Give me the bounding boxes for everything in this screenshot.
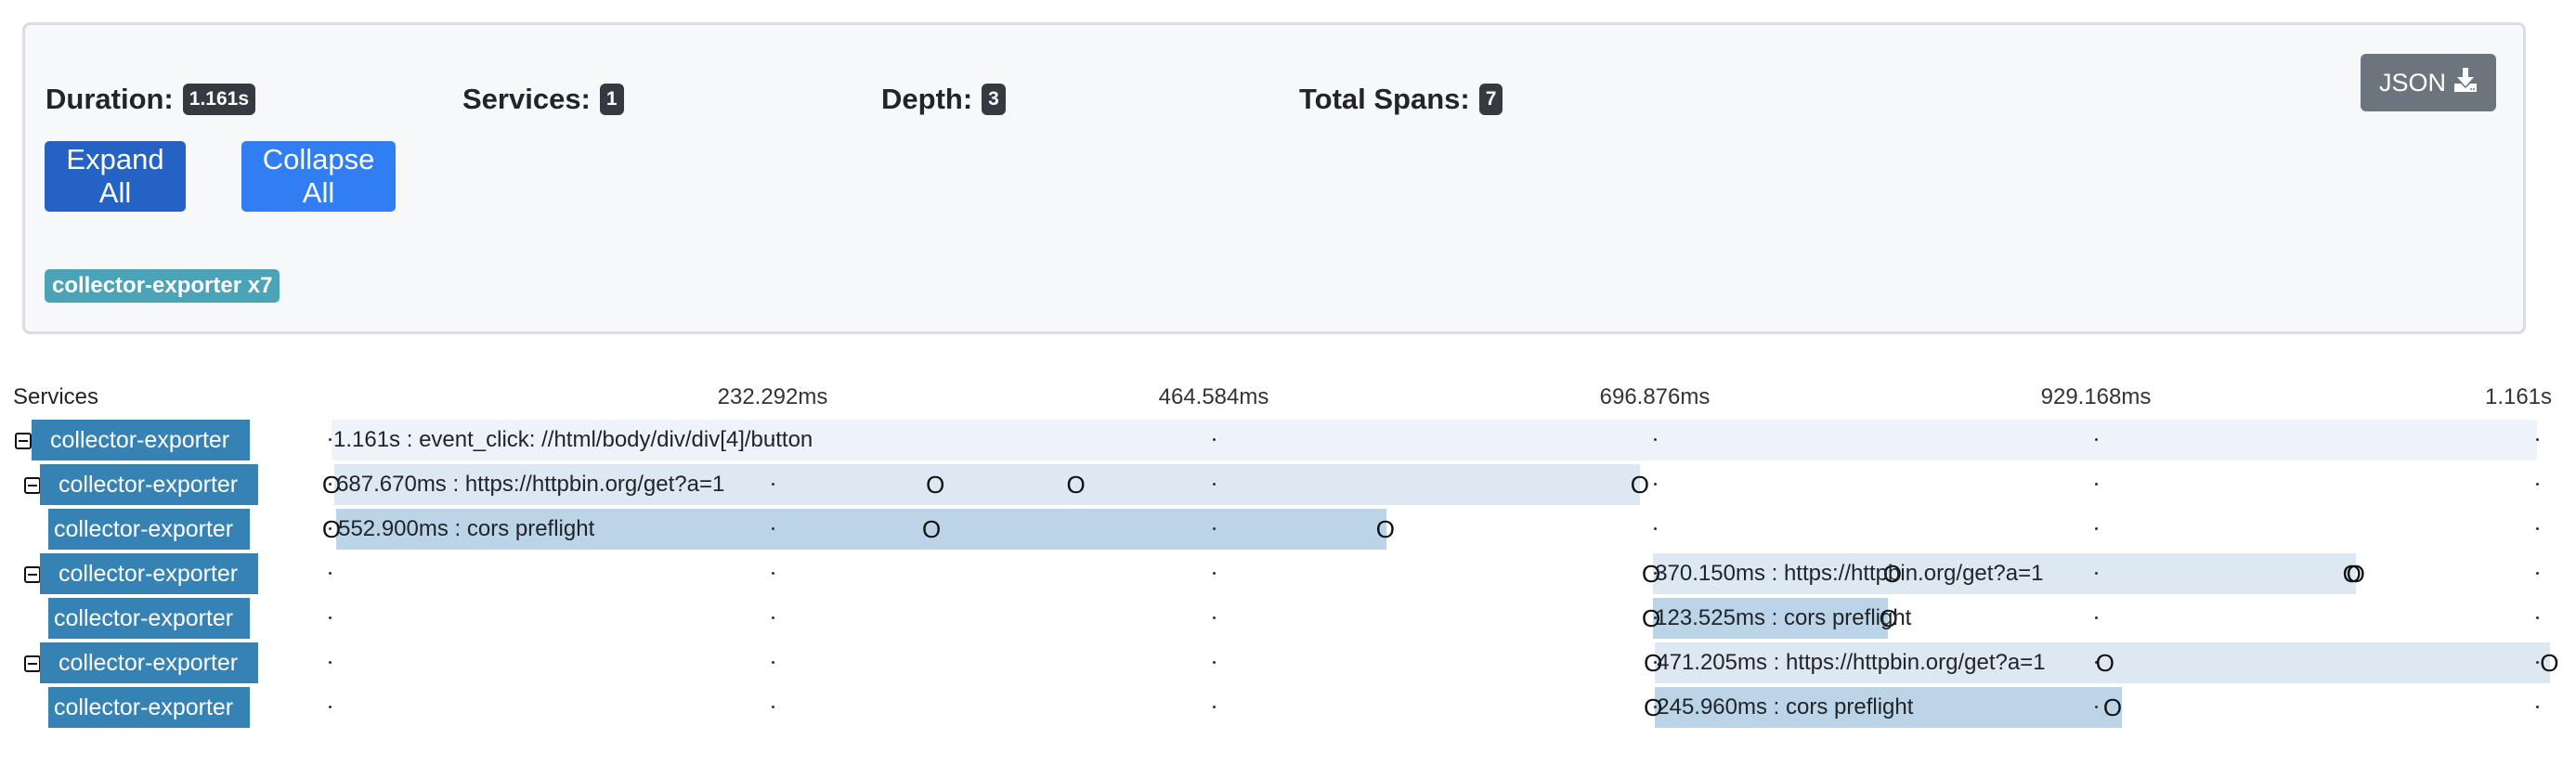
duration-badge: 1.161s <box>182 84 255 115</box>
collapse-all-button[interactable]: Collapse All <box>241 141 396 212</box>
tick-dot <box>2536 572 2539 575</box>
log-marker-icon[interactable]: O <box>926 470 944 499</box>
depth-badge: 3 <box>982 84 1006 115</box>
service-tag[interactable]: collector-exporter x7 <box>45 269 280 303</box>
total-spans-stat: Total Spans: 7 <box>1299 83 1503 116</box>
span-service-name[interactable]: collector-exporter <box>40 642 259 683</box>
collapse-toggle-icon[interactable] <box>15 433 32 449</box>
tick-dot <box>1654 483 1657 486</box>
tick-dot <box>2536 706 2539 708</box>
tick-dot <box>1654 527 1657 530</box>
collapse-toggle-icon[interactable] <box>24 477 41 494</box>
tick-dot <box>772 706 774 708</box>
tick-dot <box>2095 572 2098 575</box>
span-label: 245.960ms : cors preflight <box>1657 694 1914 720</box>
span-service-name[interactable]: collector-exporter <box>48 598 251 639</box>
log-marker-icon[interactable]: O <box>1631 470 1649 499</box>
total-spans-label: Total Spans: <box>1299 83 1470 115</box>
log-marker-icon[interactable]: O <box>2347 559 2365 589</box>
log-marker-icon[interactable]: O <box>922 514 941 544</box>
json-download-button[interactable]: JSON <box>2361 54 2496 111</box>
tick-label: 929.168ms <box>2040 384 2152 409</box>
collapse-toggle-icon[interactable] <box>24 566 41 583</box>
tick-dot <box>1213 483 1216 486</box>
span-label: 552.900ms : cors preflight <box>338 516 595 541</box>
tick-dot <box>1213 438 1216 441</box>
log-marker-icon[interactable]: O <box>1066 470 1085 499</box>
tick-dot <box>329 616 332 619</box>
span-row[interactable]: collector-exporter O O O O 687.670ms : https:… <box>0 464 2576 509</box>
services-stat: Services: 1 <box>462 83 624 116</box>
tick-dot <box>2095 616 2098 619</box>
tick-dot <box>329 706 332 708</box>
tick-label: 1.161s <box>2484 384 2553 409</box>
tick-dot <box>1213 527 1216 530</box>
tick-dot <box>1213 706 1216 708</box>
duration-label: Duration: <box>46 83 174 115</box>
tick-dot <box>2095 438 2098 441</box>
span-service-name[interactable]: collector-exporter <box>48 509 251 550</box>
span-label: 687.670ms : https://httpbin.org/get?a=1 <box>336 472 725 497</box>
span-service-name[interactable]: collector-exporter <box>48 687 251 728</box>
collapse-toggle-icon[interactable] <box>24 655 41 672</box>
expand-all-button[interactable]: Expand All <box>45 141 186 212</box>
tick-dot <box>772 527 774 530</box>
json-button-label: JSON <box>2378 68 2446 97</box>
tick-dot <box>772 572 774 575</box>
span-label: 1.161s : event_click: //html/body/div/di… <box>333 427 813 452</box>
tick-dot <box>2095 527 2098 530</box>
duration-stat: Duration: 1.161s <box>46 83 255 116</box>
span-service-name[interactable]: collector-exporter <box>32 420 251 460</box>
download-icon <box>2453 67 2478 99</box>
span-row[interactable]: collector-exporter O O O 552.900ms : cors pr… <box>0 509 2576 553</box>
span-row[interactable]: collector-exporter O O 245.960ms : cors pre… <box>0 687 2576 732</box>
tick-label: 696.876ms <box>1599 384 1711 409</box>
trace-summary-card: Duration: 1.161s Services: 1 Depth: 3 To… <box>22 22 2526 334</box>
span-row[interactable]: collector-exporter O O O 471.205ms : https:/… <box>0 642 2576 687</box>
tick-dot <box>329 661 332 664</box>
tick-dot <box>329 438 332 441</box>
services-label: Services: <box>462 83 591 115</box>
span-label: 471.205ms : https://httpbin.org/get?a=1 <box>1657 650 2046 675</box>
span-label: 370.150ms : https://httpbin.org/get?a=1 <box>1655 561 2044 586</box>
tick-dot <box>2536 661 2539 664</box>
tick-dot <box>2095 706 2098 708</box>
span-row[interactable]: collector-exporter O O 123.525ms : cors pre… <box>0 598 2576 642</box>
services-badge: 1 <box>599 84 624 115</box>
tick-dot <box>2095 483 2098 486</box>
log-marker-icon[interactable]: O <box>2103 693 2122 722</box>
services-column-header: Services <box>13 384 99 409</box>
tick-dot <box>772 483 774 486</box>
tick-dot <box>1213 661 1216 664</box>
tick-dot <box>772 616 774 619</box>
log-marker-icon[interactable]: O <box>2540 648 2558 678</box>
span-row[interactable]: collector-exporter O O O O 370.150ms : https:… <box>0 553 2576 598</box>
span-row[interactable]: collector-exporter 1.161s : event_click: … <box>0 420 2576 464</box>
tick-label: 232.292ms <box>717 384 828 409</box>
tick-dot <box>1654 438 1657 441</box>
tick-dot <box>2536 527 2539 530</box>
tick-dot <box>2536 438 2539 441</box>
log-marker-icon[interactable]: O <box>1376 514 1395 544</box>
tick-dot <box>1213 572 1216 575</box>
depth-stat: Depth: 3 <box>881 83 1006 116</box>
span-label: 123.525ms : cors preflight <box>1655 605 1912 630</box>
tick-label: 464.584ms <box>1158 384 1269 409</box>
tick-dot <box>1213 616 1216 619</box>
tick-dot <box>2536 616 2539 619</box>
tick-dot <box>329 572 332 575</box>
tick-dot <box>2536 483 2539 486</box>
span-service-name[interactable]: collector-exporter <box>40 553 259 594</box>
span-service-name[interactable]: collector-exporter <box>40 464 259 505</box>
total-spans-badge: 7 <box>1478 84 1503 115</box>
log-marker-icon[interactable]: O <box>2096 648 2114 678</box>
tick-dot <box>772 661 774 664</box>
depth-label: Depth: <box>881 83 973 115</box>
